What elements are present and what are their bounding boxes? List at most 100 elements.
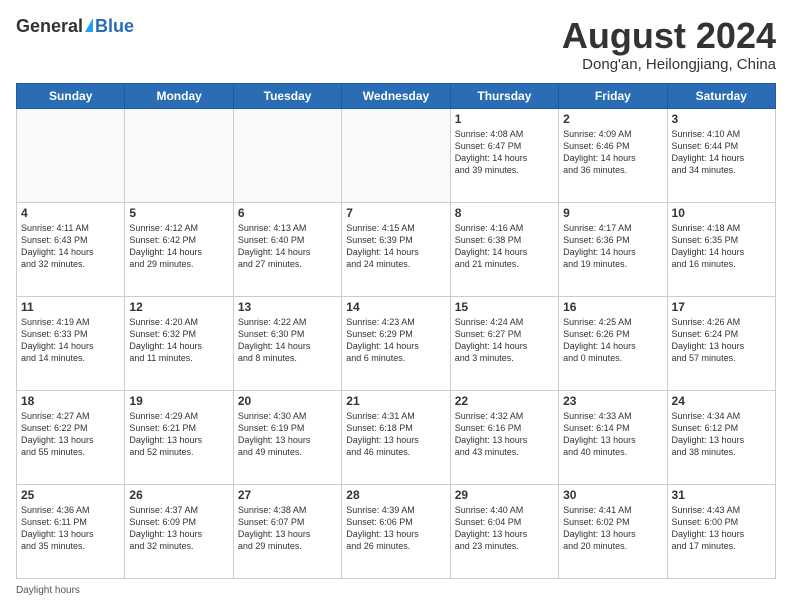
calendar-cell: 19 Sunrise: 4:29 AMSunset: 6:21 PMDayligh… <box>125 390 233 484</box>
calendar-cell: 21 Sunrise: 4:31 AMSunset: 6:18 PMDayligh… <box>342 390 450 484</box>
day-number: 9 <box>563 206 662 220</box>
day-number: 13 <box>238 300 337 314</box>
col-monday: Monday <box>125 83 233 108</box>
calendar-cell: 24Sunrise: 4:34 AMSunset: 6:12 PMDayligh… <box>667 390 775 484</box>
calendar-week-3: 11Sunrise: 4:19 AMSunset: 6:33 PMDayligh… <box>17 296 776 390</box>
day-number: 20 <box>238 394 337 408</box>
day-number: 18 <box>21 394 120 408</box>
calendar-cell: 15Sunrise: 4:24 AMSunset: 6:27 PMDayligh… <box>450 296 558 390</box>
day-number: 2 <box>563 112 662 126</box>
day-number: 16 <box>563 300 662 314</box>
day-info: Sunrise: 4:34 AMSunset: 6:12 PMDaylight:… <box>672 410 771 459</box>
calendar-cell: 9 Sunrise: 4:17 AMSunset: 6:36 PMDaylight… <box>559 202 667 296</box>
day-info: Sunrise: 4:08 AMSunset: 6:47 PMDaylight:… <box>455 128 554 177</box>
day-info: Sunrise: 4:33 AMSunset: 6:14 PMDaylight:… <box>563 410 662 459</box>
calendar-cell <box>233 108 341 202</box>
col-thursday: Thursday <box>450 83 558 108</box>
day-info: Sunrise: 4:39 AMSunset: 6:06 PMDaylight:… <box>346 504 445 553</box>
calendar-cell: 2Sunrise: 4:09 AMSunset: 6:46 PMDaylight… <box>559 108 667 202</box>
calendar-cell: 28 Sunrise: 4:39 AMSunset: 6:06 PMDayligh… <box>342 484 450 578</box>
col-wednesday: Wednesday <box>342 83 450 108</box>
calendar-cell: 23 Sunrise: 4:33 AMSunset: 6:14 PMDayligh… <box>559 390 667 484</box>
calendar-cell: 17Sunrise: 4:26 AMSunset: 6:24 PMDayligh… <box>667 296 775 390</box>
calendar-cell <box>17 108 125 202</box>
day-number: 22 <box>455 394 554 408</box>
day-info: Sunrise: 4:26 AMSunset: 6:24 PMDaylight:… <box>672 316 771 365</box>
calendar-week-2: 4 Sunrise: 4:11 AMSunset: 6:43 PMDaylight… <box>17 202 776 296</box>
calendar-cell: 16 Sunrise: 4:25 AMSunset: 6:26 PMDayligh… <box>559 296 667 390</box>
calendar-cell: 3Sunrise: 4:10 AMSunset: 6:44 PMDaylight… <box>667 108 775 202</box>
calendar-cell: 26Sunrise: 4:37 AMSunset: 6:09 PMDayligh… <box>125 484 233 578</box>
calendar-cell: 12Sunrise: 4:20 AMSunset: 6:32 PMDayligh… <box>125 296 233 390</box>
day-info: Sunrise: 4:38 AMSunset: 6:07 PMDaylight:… <box>238 504 337 553</box>
calendar-cell: 31Sunrise: 4:43 AMSunset: 6:00 PMDayligh… <box>667 484 775 578</box>
calendar-table: Sunday Monday Tuesday Wednesday Thursday… <box>16 83 776 579</box>
logo-text: General Blue <box>16 16 134 37</box>
day-number: 28 <box>346 488 445 502</box>
calendar-cell: 25 Sunrise: 4:36 AMSunset: 6:11 PMDayligh… <box>17 484 125 578</box>
calendar-cell: 30 Sunrise: 4:41 AMSunset: 6:02 PMDayligh… <box>559 484 667 578</box>
calendar-cell: 18Sunrise: 4:27 AMSunset: 6:22 PMDayligh… <box>17 390 125 484</box>
day-info: Sunrise: 4:13 AMSunset: 6:40 PMDaylight:… <box>238 222 337 271</box>
day-info: Sunrise: 4:37 AMSunset: 6:09 PMDaylight:… <box>129 504 228 553</box>
day-number: 15 <box>455 300 554 314</box>
day-info: Sunrise: 4:11 AMSunset: 6:43 PMDaylight:… <box>21 222 120 271</box>
calendar-cell: 20Sunrise: 4:30 AMSunset: 6:19 PMDayligh… <box>233 390 341 484</box>
day-number: 21 <box>346 394 445 408</box>
day-info: Sunrise: 4:16 AMSunset: 6:38 PMDaylight:… <box>455 222 554 271</box>
day-info: Sunrise: 4:18 AMSunset: 6:35 PMDaylight:… <box>672 222 771 271</box>
calendar-cell: 4 Sunrise: 4:11 AMSunset: 6:43 PMDaylight… <box>17 202 125 296</box>
calendar-cell: 14 Sunrise: 4:23 AMSunset: 6:29 PMDayligh… <box>342 296 450 390</box>
day-number: 4 <box>21 206 120 220</box>
calendar-cell <box>342 108 450 202</box>
calendar-cell: 13Sunrise: 4:22 AMSunset: 6:30 PMDayligh… <box>233 296 341 390</box>
day-info: Sunrise: 4:15 AMSunset: 6:39 PMDaylight:… <box>346 222 445 271</box>
calendar-body: 1 Sunrise: 4:08 AMSunset: 6:47 PMDaylight… <box>17 108 776 578</box>
day-number: 27 <box>238 488 337 502</box>
day-number: 23 <box>563 394 662 408</box>
calendar-cell: 11Sunrise: 4:19 AMSunset: 6:33 PMDayligh… <box>17 296 125 390</box>
day-number: 14 <box>346 300 445 314</box>
day-info: Sunrise: 4:31 AMSunset: 6:18 PMDaylight:… <box>346 410 445 459</box>
calendar-cell: 29Sunrise: 4:40 AMSunset: 6:04 PMDayligh… <box>450 484 558 578</box>
calendar-cell: 5Sunrise: 4:12 AMSunset: 6:42 PMDaylight… <box>125 202 233 296</box>
day-number: 31 <box>672 488 771 502</box>
calendar-week-4: 18Sunrise: 4:27 AMSunset: 6:22 PMDayligh… <box>17 390 776 484</box>
calendar-cell: 27 Sunrise: 4:38 AMSunset: 6:07 PMDayligh… <box>233 484 341 578</box>
day-number: 5 <box>129 206 228 220</box>
calendar-week-5: 25 Sunrise: 4:36 AMSunset: 6:11 PMDayligh… <box>17 484 776 578</box>
day-number: 1 <box>455 112 554 126</box>
day-info: Sunrise: 4:36 AMSunset: 6:11 PMDaylight:… <box>21 504 120 553</box>
page: General Blue August 2024 Dong'an, Heilon… <box>0 0 792 612</box>
title-section: August 2024 Dong'an, Heilongjiang, China <box>562 16 776 73</box>
daylight-hours-label: Daylight hours <box>16 585 80 596</box>
day-info: Sunrise: 4:20 AMSunset: 6:32 PMDaylight:… <box>129 316 228 365</box>
calendar-cell: 22Sunrise: 4:32 AMSunset: 6:16 PMDayligh… <box>450 390 558 484</box>
calendar-cell: 10Sunrise: 4:18 AMSunset: 6:35 PMDayligh… <box>667 202 775 296</box>
logo: General Blue <box>16 16 134 37</box>
day-number: 19 <box>129 394 228 408</box>
day-info: Sunrise: 4:19 AMSunset: 6:33 PMDaylight:… <box>21 316 120 365</box>
logo-general: General <box>16 16 83 37</box>
day-number: 25 <box>21 488 120 502</box>
day-info: Sunrise: 4:29 AMSunset: 6:21 PMDaylight:… <box>129 410 228 459</box>
calendar-header-row: Sunday Monday Tuesday Wednesday Thursday… <box>17 83 776 108</box>
header: General Blue August 2024 Dong'an, Heilon… <box>16 16 776 73</box>
footer: Daylight hours <box>16 585 776 596</box>
calendar-cell: 7 Sunrise: 4:15 AMSunset: 6:39 PMDaylight… <box>342 202 450 296</box>
day-info: Sunrise: 4:23 AMSunset: 6:29 PMDaylight:… <box>346 316 445 365</box>
logo-triangle-icon <box>85 18 93 32</box>
day-number: 8 <box>455 206 554 220</box>
day-info: Sunrise: 4:41 AMSunset: 6:02 PMDaylight:… <box>563 504 662 553</box>
day-info: Sunrise: 4:17 AMSunset: 6:36 PMDaylight:… <box>563 222 662 271</box>
day-info: Sunrise: 4:10 AMSunset: 6:44 PMDaylight:… <box>672 128 771 177</box>
col-tuesday: Tuesday <box>233 83 341 108</box>
day-info: Sunrise: 4:25 AMSunset: 6:26 PMDaylight:… <box>563 316 662 365</box>
calendar-cell <box>125 108 233 202</box>
calendar-cell: 8 Sunrise: 4:16 AMSunset: 6:38 PMDaylight… <box>450 202 558 296</box>
col-saturday: Saturday <box>667 83 775 108</box>
day-number: 30 <box>563 488 662 502</box>
col-friday: Friday <box>559 83 667 108</box>
day-number: 7 <box>346 206 445 220</box>
month-year-title: August 2024 <box>562 16 776 56</box>
